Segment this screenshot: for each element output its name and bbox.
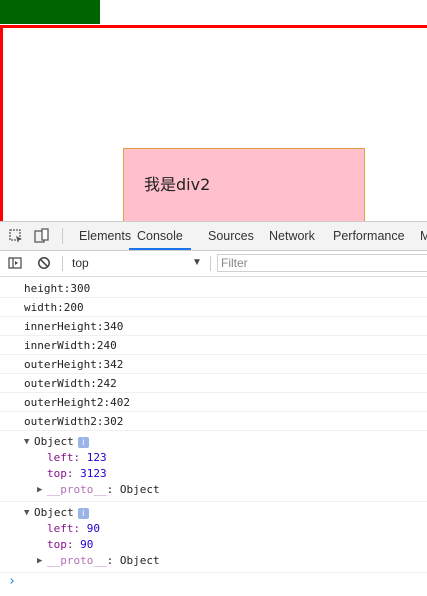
toolbar-separator [62,256,63,271]
object-header[interactable]: ▼ Object i [0,505,427,521]
toolbar-separator [210,256,211,271]
console-message: outerWidth2:302 [0,412,427,431]
object-proto[interactable]: ▶ __proto__: Object [0,482,427,498]
tab-more[interactable]: M [420,222,427,250]
tab-sources[interactable]: Sources [208,222,254,250]
console-message: outerWidth:242 [0,374,427,393]
expand-triangle-icon[interactable]: ▼ [24,505,29,521]
console-object: ▼ Object i left: 90 top: 90 ▶ __proto__: … [0,502,427,573]
collapse-triangle-icon[interactable]: ▶ [37,553,42,569]
device-toolbar-icon[interactable] [34,228,50,244]
tab-console[interactable]: Console [129,222,191,250]
sidebar-toggle-icon[interactable] [8,256,22,270]
object-label: Object [34,435,74,448]
devtools-panel: Elements Console Sources Network Perform… [0,221,427,596]
object-property: left: 90 [47,522,100,535]
clear-console-icon[interactable] [37,256,51,270]
dropdown-arrow-icon[interactable]: ▼ [192,254,202,272]
console-object: ▼ Object i left: 123 top: 3123 ▶ __proto_… [0,431,427,502]
inspect-element-icon[interactable] [8,228,24,244]
green-div [0,0,100,24]
object-label: Object [34,506,74,519]
tab-performance[interactable]: Performance [333,222,405,250]
devtools-tabbar: Elements Console Sources Network Perform… [0,222,427,251]
prompt-chevron-icon: › [8,574,16,589]
context-selector[interactable]: top [72,254,89,272]
object-property: top: 90 [47,538,94,551]
console-message: outerHeight:342 [0,355,427,374]
object-proto[interactable]: ▶ __proto__: Object [0,553,427,569]
filter-input[interactable]: Filter [217,254,427,272]
console-prompt-row[interactable]: › [0,573,427,593]
expand-triangle-icon[interactable]: ▼ [24,434,29,450]
console-toolbar: top ▼ Filter [0,251,427,277]
collapse-triangle-icon[interactable]: ▶ [37,482,42,498]
tab-network[interactable]: Network [269,222,315,250]
console-message: height:300 [0,279,427,298]
console-message: innerWidth:240 [0,336,427,355]
console-message: innerHeight:340 [0,317,427,336]
object-header[interactable]: ▼ Object i [0,434,427,450]
object-property: left: 123 [47,451,107,464]
console-message: width:200 [0,298,427,317]
tab-elements[interactable]: Elements [79,222,131,250]
console-message: outerHeight2:402 [0,393,427,412]
info-icon[interactable]: i [77,436,89,448]
object-property: top: 3123 [47,467,107,480]
div2-text: 我是div2 [144,175,211,194]
console-messages: height:300 width:200 innerHeight:340 inn… [0,279,427,593]
tab-separator [62,228,63,244]
info-icon[interactable]: i [77,507,89,519]
